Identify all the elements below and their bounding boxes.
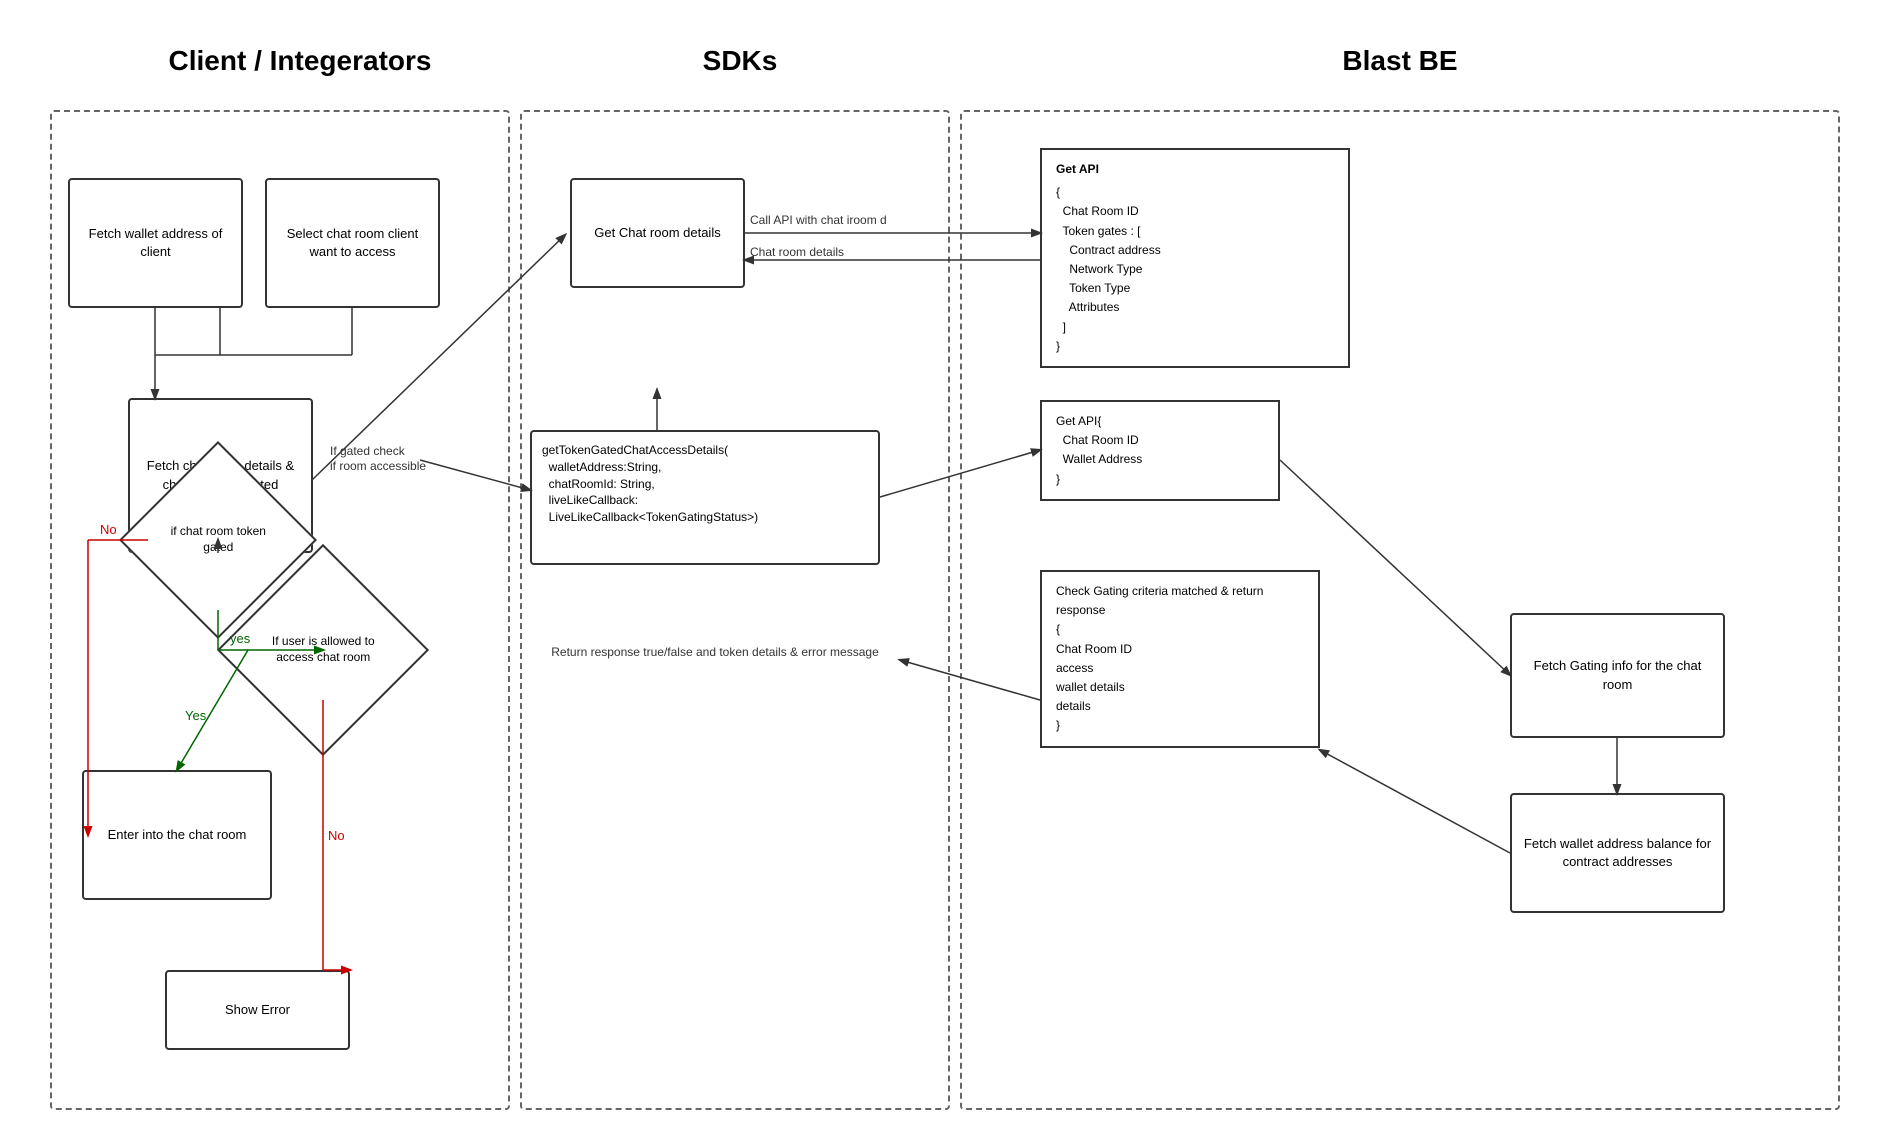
title-sdks: SDKs	[520, 45, 960, 77]
box-show-error: Show Error	[165, 970, 350, 1050]
get-api-1-body: { Chat Room ID Token gates : [ Contract …	[1056, 183, 1334, 356]
box-get-api-1: Get API { Chat Room ID Token gates : [ C…	[1040, 148, 1350, 368]
diagram-container: Client / Integerators SDKs Blast BE Fetc…	[0, 0, 1880, 1133]
box-get-chat-room-sdk: Get Chat room details	[570, 178, 745, 288]
box-fetch-wallet-balance: Fetch wallet address balance for contrac…	[1510, 793, 1725, 913]
title-client: Client / Integerators	[80, 45, 520, 77]
box-get-api-2: Get API{ Chat Room ID Wallet Address }	[1040, 400, 1280, 501]
get-api-2-body: Get API{ Chat Room ID Wallet Address }	[1056, 412, 1264, 489]
box-get-token-gated-sdk: getTokenGatedChatAccessDetails( walletAd…	[530, 430, 880, 565]
box-fetch-wallet: Fetch wallet address of client	[68, 178, 243, 308]
box-fetch-gating-info: Fetch Gating info for the chat room	[1510, 613, 1725, 738]
box-check-gating: Check Gating criteria matched & return r…	[1040, 570, 1320, 748]
box-enter-chat: Enter into the chat room	[82, 770, 272, 900]
box-select-chat: Select chat room client want to access	[265, 178, 440, 308]
check-gating-body: Check Gating criteria matched & return r…	[1056, 582, 1304, 736]
label-return-response: Return response true/false and token det…	[545, 645, 885, 659]
get-api-1-title: Get API	[1056, 160, 1334, 179]
title-blast-be: Blast BE	[960, 45, 1840, 77]
